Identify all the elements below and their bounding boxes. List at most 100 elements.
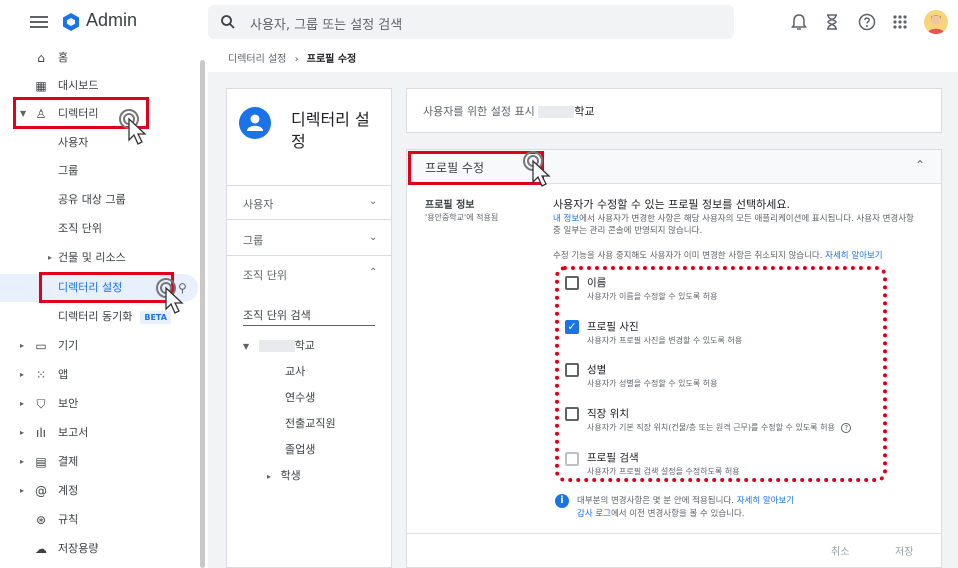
redacted-name [258,340,295,352]
tree-item-students[interactable]: ▸ 학생 [267,467,301,483]
cloud-icon: ☁ [35,542,47,556]
click-cursor-icon [119,109,147,145]
input-underline [243,325,375,326]
card-icon: ▤ [35,455,47,469]
caret-right-icon: ▸ [48,253,53,262]
caret-right-icon: ▸ [20,370,25,379]
section-sublabel: '용안중학교'에 적용됨 [425,213,499,222]
caret-right-icon: ▸ [267,472,272,481]
sidebar-item-rules[interactable]: ⊛ 규칙 [0,506,200,534]
sidebar-item-security[interactable]: ▸ ⛉ 보안 [0,390,200,418]
option-title: 직장 위치 [587,408,629,420]
search-icon [221,15,235,29]
search-input[interactable]: 사용자, 그룹 또는 설정 검색 [250,14,402,33]
tree-item-trainees[interactable]: 연수생 [285,389,315,405]
checkbox-gender[interactable] [565,363,579,377]
shield-icon: ⛉ [36,397,46,411]
checkbox-work-location[interactable] [565,407,579,421]
divider [227,185,391,186]
sidebar-item-buildings[interactable]: ▸ 건물 및 리소스 [0,244,200,272]
checkbox-profile-search[interactable] [565,452,579,466]
apps-grid-icon: ⁙ [35,368,47,382]
at-icon: @ [35,484,47,498]
info-line-1: 대부분의 변경사항은 몇 분 안에 적용됩니다. 자세히 알아보기 [577,496,795,506]
caret-right-icon: ▸ [20,428,25,437]
bell-icon[interactable] [789,12,809,32]
sidebar-item-groups[interactable]: 그룹 [0,157,200,185]
search-box[interactable]: 사용자, 그룹 또는 설정 검색 [208,5,734,39]
menu-icon[interactable] [30,13,48,29]
section-description: 내 정보에서 사용자가 변경한 사항은 해당 사용자의 모든 애플리케이션에 표… [553,214,914,236]
nav-groups[interactable]: 그룹 [243,232,263,248]
sidebar-item-home[interactable]: ⌂ 홈 [0,44,200,72]
section-label: 프로필 정보 [425,200,475,211]
top-bar: Admin 사용자, 그룹 또는 설정 검색 [0,0,958,44]
sidebar-item-account[interactable]: ▸ @ 계정 [0,477,200,505]
nav-users[interactable]: 사용자 [243,196,273,212]
breadcrumb-current: 프로필 수정 [306,54,357,65]
divider [227,255,391,256]
chevron-up-icon[interactable]: ⌃ [915,158,925,172]
sidebar-item-storage[interactable]: ☁ 저장용량 [0,535,200,563]
tree-item-graduates[interactable]: 졸업생 [285,441,315,457]
sidebar-item-apps[interactable]: ▸ ⁙ 앱 [0,361,200,389]
option-desc: 사용자가 기본 직장 위치(건물/층 또는 원격 근무)를 수정할 수 있도록 … [587,422,852,433]
audit-log-link[interactable]: 감사 로그 [577,509,611,519]
chevron-up-icon[interactable]: ⌃ [369,267,377,278]
breadcrumb: 디렉터리 설정 › 프로필 수정 [228,54,357,65]
panel-title: 디렉터리 설정 [291,110,370,151]
tree-item-teachers[interactable]: 교사 [285,363,305,379]
click-cursor-icon [156,278,184,314]
steering-icon: ⊛ [35,513,47,527]
section-heading: 사용자가 수정할 수 있는 프로필 정보를 선택하세요. [553,198,790,211]
sidebar-item-users[interactable]: 사용자 [0,129,200,157]
bar-chart-icon: ılı [35,426,46,440]
cancel-button[interactable]: 취소 [831,543,849,558]
option-desc: 사용자가 프로필 사진을 변경할 수 있도록 허용 [587,336,743,345]
learn-more-link[interactable]: 자세히 알아보기 [825,251,882,261]
chevron-down-icon[interactable]: ⌄ [369,196,377,207]
home-icon: ⌂ [37,51,45,65]
option-title: 프로필 사진 [587,321,639,333]
sidebar-item-devices[interactable]: ▸ ▭ 기기 [0,332,200,360]
save-button[interactable]: 저장 [895,543,913,558]
avatar[interactable] [924,10,948,34]
chevron-down-icon[interactable]: ⌄ [369,232,377,243]
app-name: Admin [86,10,138,30]
settings-nav-panel: 디렉터리 설정 사용자 ⌄ 그룹 ⌄ 조직 단위 ⌃ 조직 단위 검색 ▼ 학교… [226,88,392,568]
learn-more-link[interactable]: 자세히 알아보기 [737,496,794,506]
help-icon[interactable] [857,12,877,32]
divider [227,219,391,220]
redacted-name [538,106,575,118]
sidebar-item-reports[interactable]: ▸ ılı 보고서 [0,419,200,447]
breadcrumb-parent[interactable]: 디렉터리 설정 [228,54,286,65]
admin-logo-icon [63,13,79,31]
help-icon[interactable]: ? [841,423,852,433]
caret-right-icon: ▸ [20,457,25,466]
option-desc: 사용자가 프로필 검색 설정을 수정하도록 허용 [587,467,740,476]
tree-item-transferred[interactable]: 전출교직원 [285,415,336,431]
option-title: 이름 [587,277,607,289]
info-icon: i [555,494,569,508]
sidebar-item-org-units[interactable]: 조직 단위 [0,215,200,243]
option-desc: 사용자가 성별을 수정할 수 있도록 허용 [587,379,718,388]
dashboard-icon: ▦ [35,79,47,93]
tree-root[interactable]: ▼ 학교 [243,337,315,353]
checkbox-profile-photo[interactable]: ✓ [565,320,579,334]
display-settings-panel: 사용자를 위한 설정 표시 학교 [406,88,942,133]
sidebar-item-target-groups[interactable]: 공유 대상 그룹 [0,186,200,214]
profile-edit-panel: 프로필 수정 ⌃ 프로필 정보 '용안중학교'에 적용됨 사용자가 수정할 수 … [406,149,942,568]
caret-right-icon: ▸ [20,341,25,350]
apps-icon[interactable] [890,12,910,32]
nav-org-units[interactable]: 조직 단위 [243,267,287,283]
sidebar-item-billing[interactable]: ▸ ▤ 결제 [0,448,200,476]
sidebar-scrollbar[interactable] [200,60,205,568]
my-info-link[interactable]: 내 정보 [553,214,579,224]
ou-search-input[interactable]: 조직 단위 검색 [243,307,311,323]
click-cursor-icon [523,151,551,187]
hourglass-icon[interactable] [822,12,842,32]
divider [407,533,941,534]
checkbox-name[interactable] [565,276,579,290]
devices-icon: ▭ [35,339,47,353]
sidebar-item-dashboard[interactable]: ▦ 대시보드 [0,72,200,100]
